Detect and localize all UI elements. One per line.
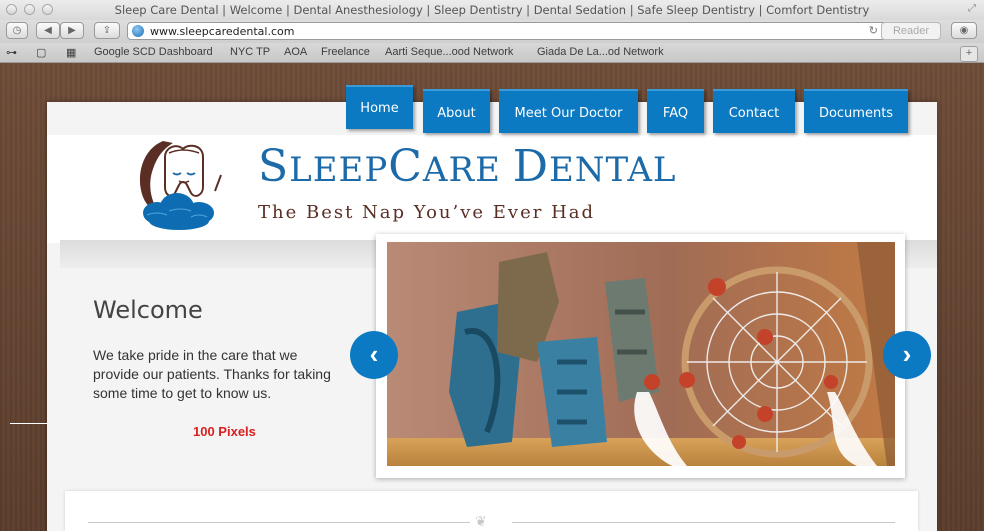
welcome-body: We take pride in the care that we provid… — [93, 347, 331, 401]
brand-initial-d: D — [512, 141, 549, 192]
bookmarks-book-icon[interactable]: ▢ — [36, 46, 46, 59]
brand-tagline: The Best Nap You’ve Ever Had — [258, 202, 596, 223]
bookmarks-bar: ⊶ ▢ ▦ Google SCD Dashboard NYC TP AOA Fr… — [0, 43, 984, 63]
brand-initial-s: S — [258, 141, 290, 192]
settings-button[interactable]: ◉ — [951, 22, 977, 39]
brand-word-leep: LEEP — [289, 150, 389, 190]
address-bar[interactable]: www.sleepcaredental.com ↻ — [127, 22, 887, 40]
brand-title[interactable]: SLEEPCARE DENTAL — [258, 145, 677, 189]
clock-icon: ◷ — [12, 25, 22, 36]
divider-right — [512, 522, 895, 523]
slideshow-prev-button[interactable]: ‹ — [350, 331, 398, 379]
history-button[interactable]: ◷ — [6, 22, 28, 39]
window-titlebar: Sleep Care Dental | Welcome | Dental Ane… — [0, 0, 984, 20]
back-button[interactable]: ◀ — [36, 22, 60, 39]
reading-list-icon[interactable]: ⊶ — [6, 46, 17, 59]
brand-word-ental: ENTAL — [548, 150, 677, 190]
brand-initial-c: C — [388, 141, 423, 192]
bookmark-link[interactable]: Google SCD Dashboard — [94, 46, 213, 58]
nav-home[interactable]: Home — [346, 85, 413, 129]
divider-left — [88, 522, 470, 523]
sleepcare-logo[interactable] — [133, 135, 225, 233]
welcome-heading: Welcome — [93, 296, 203, 324]
gear-icon: ◉ — [959, 25, 969, 36]
nav-documents[interactable]: Documents — [804, 89, 908, 133]
reload-icon[interactable]: ↻ — [869, 24, 878, 37]
nav-meet-our-doctor[interactable]: Meet Our Doctor — [499, 89, 638, 133]
fullscreen-icon[interactable]: ⤢ — [968, 3, 976, 14]
back-arrow-icon: ◀ — [44, 25, 52, 36]
nav-contact[interactable]: Contact — [713, 89, 795, 133]
bookmark-link[interactable]: Aarti Seque...ood Network — [385, 46, 513, 58]
bookmark-link[interactable]: AOA — [284, 46, 307, 58]
content-panel — [65, 491, 918, 531]
url-text: www.sleepcaredental.com — [150, 25, 295, 38]
new-tab-button[interactable]: + — [960, 46, 978, 62]
share-button[interactable]: ⇪ — [94, 22, 120, 39]
reader-button[interactable]: Reader — [881, 22, 941, 40]
nav-faq[interactable]: FAQ — [647, 89, 704, 133]
chevron-left-icon: ‹ — [369, 339, 379, 369]
share-icon: ⇪ — [102, 25, 112, 36]
window-title: Sleep Care Dental | Welcome | Dental Ane… — [114, 3, 870, 17]
slideshow-image[interactable] — [387, 242, 895, 466]
top-sites-icon[interactable]: ▦ — [66, 46, 76, 59]
measurement-guide-line — [10, 423, 47, 424]
globe-icon — [132, 25, 144, 37]
forward-button[interactable]: ▶ — [60, 22, 84, 39]
slideshow-next-button[interactable]: › — [883, 331, 931, 379]
bookmark-link[interactable]: NYC TP — [230, 46, 270, 58]
bookmark-link[interactable]: Freelance — [321, 46, 370, 58]
forward-arrow-icon: ▶ — [68, 25, 76, 36]
browser-toolbar: ◷ ◀ ▶ ⇪ www.sleepcaredental.com ↻ Reader… — [0, 20, 984, 43]
brand-word-are: ARE — [422, 150, 513, 190]
flourish-ornament-icon: ❦ — [475, 513, 487, 529]
bookmark-link[interactable]: Giada De La...od Network — [537, 46, 664, 58]
measurement-annotation: 100 Pixels — [193, 424, 256, 439]
chevron-right-icon: › — [902, 339, 912, 369]
nav-about[interactable]: About — [423, 89, 490, 133]
